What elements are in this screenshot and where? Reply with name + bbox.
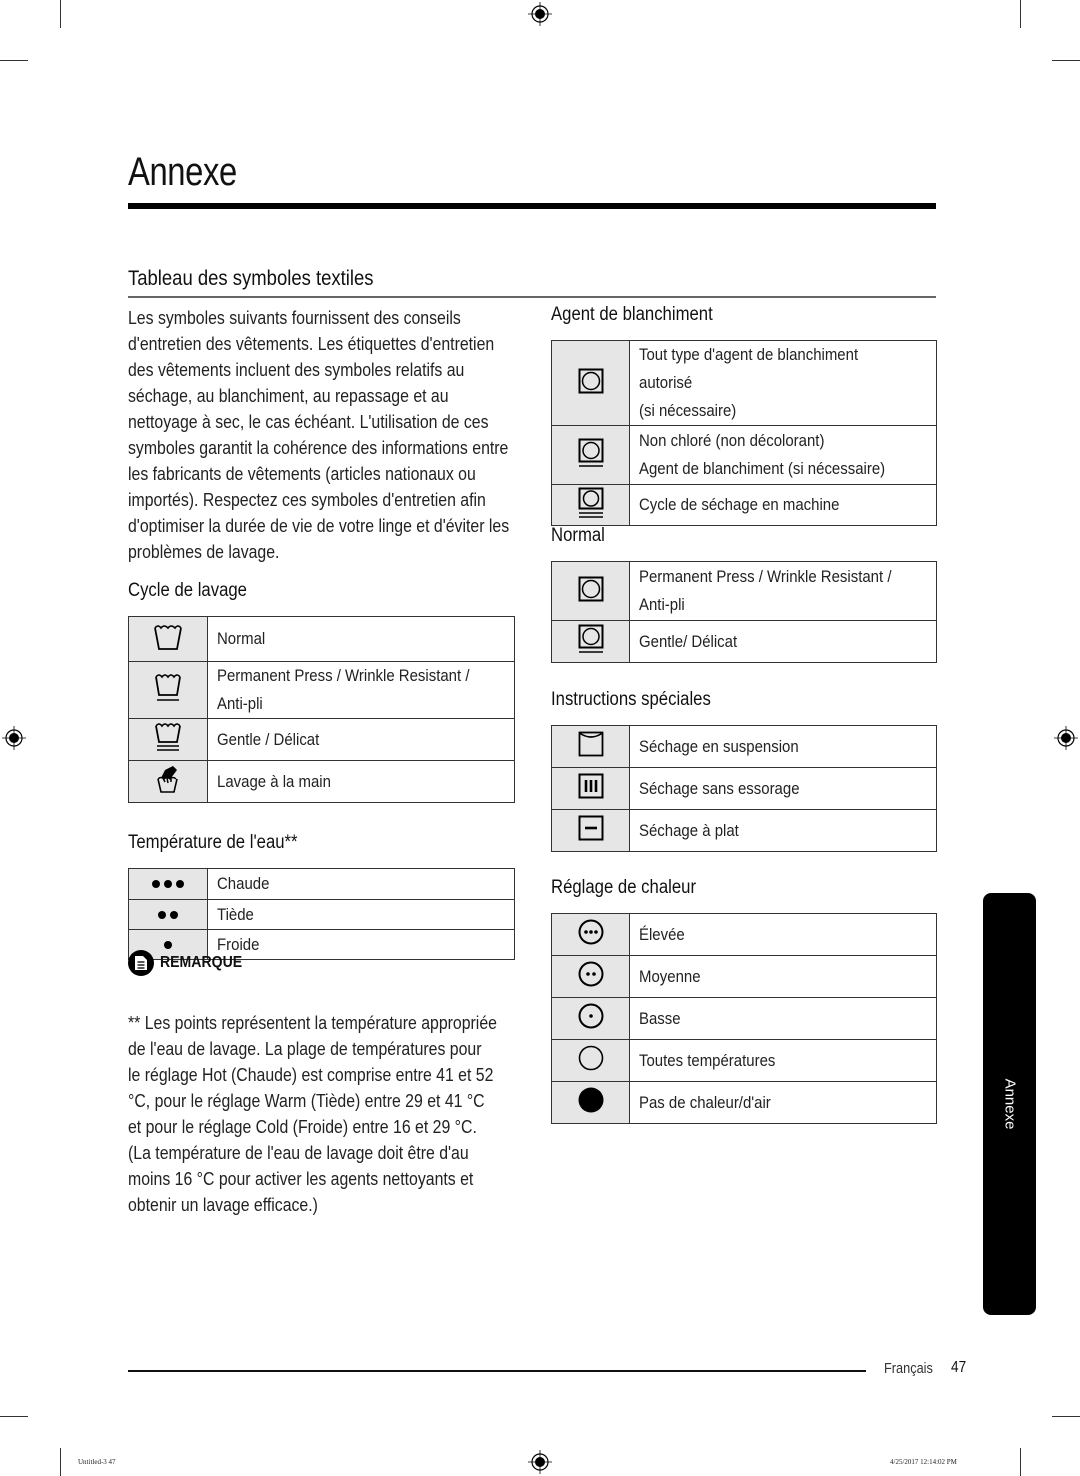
washtub-normal-icon <box>128 616 208 662</box>
row-label: Gentle/ Délicat <box>639 631 738 651</box>
three-dots-icon <box>128 868 208 900</box>
note-icon <box>128 950 154 976</box>
drip-dry-icon <box>551 767 630 810</box>
bleach-table: Tout type d'agent de blanchiment autoris… <box>551 340 937 526</box>
page-title: Annexe <box>128 150 237 194</box>
washtub-gentle-icon <box>128 718 208 761</box>
table-row: Normal <box>128 616 515 662</box>
heat-any-icon <box>551 1039 630 1082</box>
table-row: Lavage à la main <box>128 760 515 803</box>
note-text: ** Les points représentent la températur… <box>128 1013 497 1215</box>
intro-paragraph: Les symboles suivants fournissent des co… <box>128 308 510 562</box>
table-row: Gentle / Délicat <box>128 718 515 761</box>
table-row: Séchage sans essorage <box>551 767 937 810</box>
table-row: Moyenne <box>551 955 937 998</box>
table-row: Séchage à plat <box>551 809 937 852</box>
normal-heading: Normal <box>551 525 605 546</box>
wash-cycle-heading: Cycle de lavage <box>128 580 247 601</box>
row-label: Élevée <box>639 924 685 944</box>
page-number: 47 <box>951 1359 967 1376</box>
slug-timestamp: 4/25/2017 12:14:02 PM <box>890 1458 957 1466</box>
section-title: Tableau des symboles textiles <box>128 267 374 290</box>
title-rule <box>128 203 936 209</box>
special-heading: Instructions spéciales <box>551 689 711 710</box>
table-row: Toutes températures <box>551 1039 937 1082</box>
table-row: Permanent Press / Wrinkle Resistant / An… <box>128 661 515 719</box>
registration-mark-icon <box>2 726 26 750</box>
crop-mark <box>0 1416 28 1417</box>
row-label: Tout type d'agent de blanchiment autoris… <box>639 345 859 420</box>
table-row: Tout type d'agent de blanchiment autoris… <box>551 340 937 426</box>
row-label: Non chloré (non décolorant) Agent de bla… <box>639 431 886 478</box>
note-title: REMARQUE <box>160 954 243 971</box>
table-row: Pas de chaleur/d'air <box>551 1081 937 1124</box>
crop-mark <box>1052 60 1080 61</box>
wash-cycle-table: Normal Permanent Press / Wrinkle Resista… <box>128 616 515 803</box>
table-row: Gentle/ Délicat <box>551 620 937 663</box>
heat-heading: Réglage de chaleur <box>551 877 697 898</box>
crop-mark <box>1052 1416 1080 1417</box>
heat-low-icon <box>551 997 630 1040</box>
crop-mark <box>60 0 61 28</box>
row-label: Séchage à plat <box>639 820 739 840</box>
crop-mark <box>1020 0 1021 28</box>
row-label: Chaude <box>217 874 270 893</box>
water-temp-table: Chaude Tiède Froide <box>128 868 515 960</box>
crop-mark <box>1020 1448 1021 1476</box>
line-dry-icon <box>551 725 630 768</box>
note-header: REMARQUE <box>128 950 253 976</box>
table-row: Tiède <box>128 899 515 930</box>
table-row: Cycle de séchage en machine <box>551 484 937 526</box>
table-row: Permanent Press / Wrinkle Resistant / An… <box>551 561 937 621</box>
section-rule <box>128 296 936 298</box>
footer-rule <box>128 1370 866 1372</box>
row-label: Cycle de séchage en machine <box>639 495 840 514</box>
row-label: Permanent Press / Wrinkle Resistant / An… <box>639 567 892 614</box>
normal-table: Permanent Press / Wrinkle Resistant / An… <box>551 561 937 663</box>
registration-mark-icon <box>528 1450 552 1474</box>
special-table: Séchage en suspension Séchage sans essor… <box>551 725 937 852</box>
table-row: Chaude <box>128 868 515 900</box>
row-label: Séchage en suspension <box>639 736 799 756</box>
row-label: Normal <box>217 629 266 648</box>
row-label: Tiède <box>217 904 254 924</box>
footer-language: Français <box>884 1360 933 1377</box>
row-label: Toutes températures <box>639 1050 776 1070</box>
row-label: Lavage à la main <box>217 771 331 791</box>
row-label: Gentle / Délicat <box>217 729 320 749</box>
water-temp-heading: Température de l'eau** <box>128 832 298 853</box>
heat-high-icon <box>551 913 630 956</box>
row-label: Permanent Press / Wrinkle Resistant / An… <box>217 666 470 713</box>
table-row: Basse <box>551 997 937 1040</box>
registration-mark-icon <box>1054 726 1078 750</box>
registration-mark-icon <box>528 2 552 26</box>
slug-filename: Untitled-3 47 <box>78 1458 116 1466</box>
tumble-dry-one-bar-icon <box>551 620 630 663</box>
crop-mark <box>60 1448 61 1476</box>
table-row: Séchage en suspension <box>551 725 937 768</box>
two-dots-icon <box>128 899 208 930</box>
bleach-heading: Agent de blanchiment <box>551 304 713 325</box>
row-label: Moyenne <box>639 966 701 986</box>
hand-wash-icon <box>128 760 208 803</box>
table-row: Élevée <box>551 913 937 956</box>
table-row: Non chloré (non décolorant) Agent de bla… <box>551 425 937 485</box>
heat-table: Élevée Moyenne Basse Toutes températures… <box>551 913 937 1124</box>
side-tab-label: Annexe <box>1001 1078 1018 1130</box>
dry-flat-icon <box>551 809 630 852</box>
heat-medium-icon <box>551 955 630 998</box>
no-heat-icon <box>551 1081 630 1124</box>
washtub-permanent-press-icon <box>128 661 208 719</box>
row-label: Basse <box>639 1008 681 1028</box>
side-tab-annexe[interactable]: Annexe <box>983 893 1036 1315</box>
tumble-dry-one-bar-icon <box>551 425 630 485</box>
tumble-dry-icon <box>551 561 630 621</box>
row-label: Pas de chaleur/d'air <box>639 1092 771 1112</box>
crop-mark <box>0 60 28 61</box>
row-label: Séchage sans essorage <box>639 778 800 798</box>
tumble-dry-icon <box>551 340 630 426</box>
tumble-dry-two-bars-icon <box>551 484 630 526</box>
